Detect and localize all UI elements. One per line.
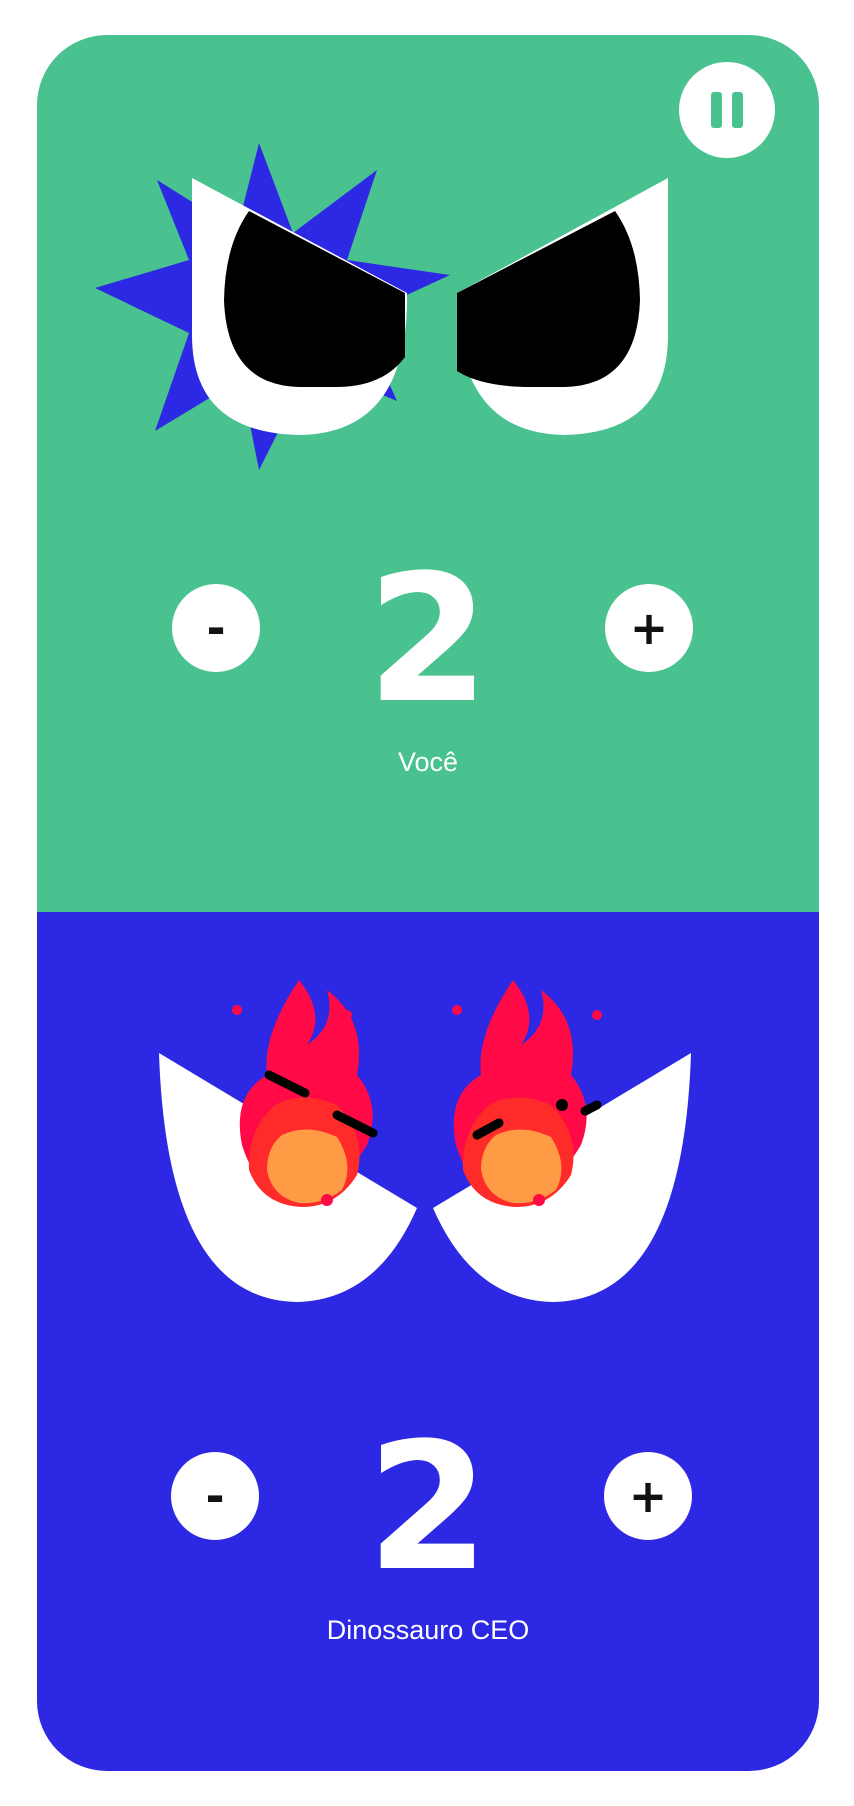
fire-eyes-face (159, 980, 691, 1302)
score-value-top: 2 (366, 537, 490, 742)
minus-icon: - (206, 601, 226, 655)
fire-icon-left (232, 980, 378, 1207)
decrement-button-top[interactable]: - (172, 584, 260, 672)
player-name-top: Você (397, 747, 459, 777)
increment-button-top[interactable]: + (605, 584, 693, 672)
increment-button-bottom[interactable]: + (604, 1452, 692, 1540)
player-panel-top: - 2 + Você (37, 35, 819, 912)
scoreboard-card: - 2 + Você - 2 + Dinossauro CEO (37, 35, 819, 1771)
angry-eyes-face (95, 143, 668, 470)
player-name-bottom: Dinossauro CEO (326, 1615, 530, 1645)
pupil-right (457, 211, 640, 387)
player-panel-bottom: - 2 + Dinossauro CEO (37, 912, 819, 1771)
score-value-bottom: 2 (366, 1405, 490, 1610)
plus-icon: + (628, 1469, 668, 1523)
plus-icon: + (629, 601, 669, 655)
minus-icon: - (205, 1469, 225, 1523)
decrement-button-bottom[interactable]: - (171, 1452, 259, 1540)
